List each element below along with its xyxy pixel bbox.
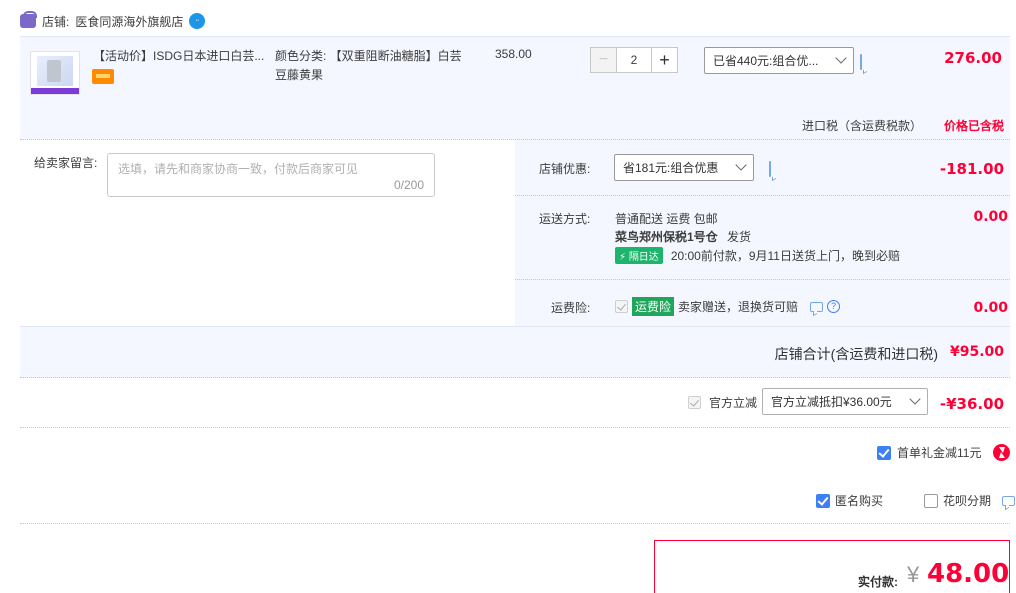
shipping-method: 普通配送 运费 包邮 (615, 212, 718, 226)
seller-message-label: 给卖家留言: (34, 156, 98, 170)
shop-discount-value-text: 省181元:组合优惠 (623, 161, 719, 175)
seller-message-placeholder: 选填，请先和商家协商一致，付款后商家可见 (118, 162, 359, 176)
import-tax-label: 进口税（含运费税款） (801, 119, 922, 133)
product-title[interactable]: 【活动价】ISDG日本进口白芸... (93, 47, 269, 65)
comment-icon[interactable] (860, 54, 862, 70)
help-icon[interactable]: ? (827, 300, 841, 313)
seller-message-count: 0/200 (393, 178, 424, 192)
comment-icon[interactable] (810, 301, 824, 312)
first-order-row: 首单礼金减11元 (877, 444, 1011, 461)
seller-message-input[interactable]: 选填，请先和商家协商一致，付款后商家可见 0/200 (107, 153, 435, 197)
quantity-stepper: − 2 + (590, 47, 678, 73)
comment-icon[interactable] (769, 161, 771, 177)
chevron-down-icon (835, 52, 847, 64)
item-promo-value: 已省440元:组合优... (713, 54, 819, 68)
order-item: 【活动价】ISDG日本进口白芸... 颜色分类: 【双重阻断油糖脂】白芸豆藤黄果… (20, 36, 1010, 140)
official-discount-value-text: 官方立减抵扣¥36.00元 (771, 395, 892, 409)
insurance-text: 卖家赠送，退换货可赔 (678, 300, 799, 314)
unit-price: 358.00 (495, 47, 532, 61)
shop-total-row: 店铺合计(含运费和进口税) ¥95.00 (20, 326, 1010, 378)
huabei-label: 花呗分期 (943, 494, 992, 508)
insurance-fee: 0.00 (973, 300, 1008, 316)
anonymous-label: 匿名购买 (835, 494, 884, 508)
shipping-origin: 菜鸟郑州保税1号仓 发货 (615, 228, 751, 245)
quantity-increase-button[interactable]: + (652, 47, 678, 73)
official-discount-select[interactable]: 官方立减抵扣¥36.00元 (762, 388, 928, 415)
quantity-decrease-button[interactable]: − (590, 47, 616, 73)
chevron-down-icon (909, 393, 921, 405)
official-discount-row: 官方立减 (688, 394, 757, 411)
delivery-promise: ⚡ 隔日达 20:00前付款，9月11日送货上门，晚到必赔 (615, 247, 900, 264)
pay-currency: ¥ (907, 562, 920, 587)
shop-name[interactable]: 医食同源海外旗舰店 (75, 13, 183, 30)
shop-header: 店铺: 医食同源海外旗舰店 ᵕ (20, 10, 206, 32)
chevron-down-icon (735, 159, 747, 171)
shop-total-label: 店铺合计(含运费和进口税) (774, 346, 938, 362)
divider (515, 195, 1010, 196)
payment-summary: 实付款: ¥ 48.00 (654, 540, 1010, 593)
divider (20, 427, 1010, 428)
product-sku: 颜色分类: 【双重阻断油糖脂】白芸豆藤黄果 (275, 49, 462, 82)
next-day-badge-text: 隔日达 (628, 252, 659, 263)
official-discount-amount: -¥36.00 (939, 395, 1004, 413)
anonymous-row: 匿名购买 (816, 492, 883, 509)
lightning-icon (993, 444, 1011, 461)
insurance-badge: 运费险 (632, 297, 675, 316)
insurance-label: 运费险: (551, 301, 591, 315)
import-tax-value: 价格已含税 (943, 119, 1004, 133)
warehouse-name: 菜鸟郑州保税1号仓 (615, 230, 718, 244)
shop-discount-amount: -181.00 (939, 160, 1004, 178)
delivery-text: 20:00前付款，9月11日送货上门，晚到必赔 (670, 249, 900, 263)
huabei-row: 花呗分期 (924, 492, 1016, 509)
divider (20, 523, 1010, 524)
official-discount-checkbox (688, 396, 701, 409)
huabei-checkbox[interactable] (924, 493, 938, 508)
product-thumbnail[interactable] (30, 51, 80, 95)
first-order-label: 首单礼金减11元 (897, 446, 982, 460)
comment-icon[interactable] (1002, 495, 1016, 506)
item-subtotal: 276.00 (944, 49, 1002, 67)
shop-total-value: ¥95.00 (949, 344, 1004, 360)
next-day-badge: ⚡ 隔日达 (615, 247, 663, 264)
first-order-checkbox[interactable] (877, 445, 891, 460)
shop-icon (20, 11, 37, 28)
anonymous-checkbox[interactable] (816, 493, 830, 508)
divider (515, 279, 1010, 280)
ship-text: 发货 (727, 230, 752, 244)
insurance-row: 运费险 卖家赠送，退换货可赔 ? (615, 297, 841, 316)
shop-discount-label: 店铺优惠: (539, 162, 591, 176)
insurance-checkbox (615, 300, 628, 313)
credit-card-badge-icon (92, 69, 114, 84)
item-promo-select[interactable]: 已省440元:组合优... (704, 47, 854, 74)
shop-label: 店铺: (42, 14, 70, 29)
pay-amount: 48.00 (927, 559, 1010, 589)
official-discount-label: 官方立减 (709, 396, 758, 410)
quantity-input[interactable]: 2 (616, 47, 652, 73)
shop-discount-select[interactable]: 省181元:组合优惠 (614, 154, 754, 181)
shipping-fee: 0.00 (973, 209, 1008, 225)
shipping-label: 运送方式: (539, 212, 591, 226)
wangwang-chat-icon[interactable]: ᵕ (189, 13, 206, 29)
pay-label: 实付款: (858, 575, 898, 589)
